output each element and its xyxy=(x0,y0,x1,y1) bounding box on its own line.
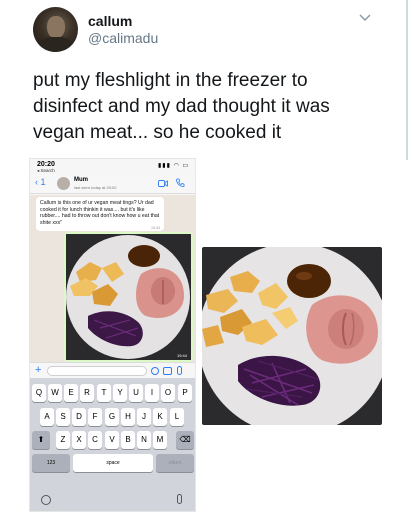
key-x: X xyxy=(72,431,86,449)
tweet-header: callum @calimadu xyxy=(0,0,412,58)
status-icons: ▮▮▮ ◠ ▭ xyxy=(158,163,190,169)
emoji-icon xyxy=(41,495,51,505)
contact-last-seen: last seen today at 20:02 xyxy=(74,185,117,190)
key-a: A xyxy=(40,408,54,426)
attach-plus-button: + xyxy=(35,364,42,376)
back-button: ‹ 1 xyxy=(35,177,46,187)
key-o: O xyxy=(161,384,175,402)
key-l: L xyxy=(170,408,184,426)
space-key: space xyxy=(73,454,153,472)
key-r: R xyxy=(80,384,94,402)
image-message-time: 19:44 xyxy=(176,353,187,358)
key-t: T xyxy=(97,384,111,402)
key-f: F xyxy=(88,408,102,426)
numbers-key: 123 xyxy=(32,454,70,472)
message-input xyxy=(47,366,147,376)
contact-avatar xyxy=(57,177,70,190)
key-y: Y xyxy=(113,384,127,402)
status-bar: 20:20 ◂ Search ▮▮▮ ◠ ▭ xyxy=(30,159,195,173)
chevron-down-icon[interactable] xyxy=(358,10,372,24)
key-q: Q xyxy=(32,384,46,402)
key-g: G xyxy=(105,408,119,426)
message-time: 19:43 xyxy=(151,226,160,230)
key-c: C xyxy=(88,431,102,449)
key-w: W xyxy=(48,384,62,402)
key-e: E xyxy=(64,384,78,402)
keyboard-row-3: ⬆ Z X C V B N M ⌫ xyxy=(30,431,195,449)
key-k: K xyxy=(153,408,167,426)
user-handle[interactable]: @calimadu xyxy=(88,30,158,46)
shift-key: ⬆ xyxy=(32,431,50,449)
display-name[interactable]: callum xyxy=(88,13,132,29)
key-i: I xyxy=(145,384,159,402)
sent-image-bubble: 19:44 xyxy=(64,232,193,362)
tweet-text: put my fleshlight in the freezer to disi… xyxy=(33,70,330,143)
video-call-icon xyxy=(158,180,168,187)
key-j: J xyxy=(137,408,151,426)
attached-photo[interactable] xyxy=(202,247,382,425)
message-text: Callum is this one of ur vegan meat ting… xyxy=(40,200,160,226)
key-b: B xyxy=(121,431,135,449)
key-v: V xyxy=(105,431,119,449)
mic-icon xyxy=(177,366,182,375)
food-photo-small xyxy=(66,234,191,360)
chat-header: ‹ 1 Mum last seen today at 20:02 xyxy=(30,174,195,194)
keyboard: Q W E R T Y U I O P A S D F G H J K L ⬆ … xyxy=(30,378,195,511)
food-photo-large xyxy=(202,247,382,425)
attached-screenshot[interactable]: 20:20 ◂ Search ▮▮▮ ◠ ▭ ‹ 1 Mum last seen… xyxy=(29,158,196,512)
status-time: 20:20 xyxy=(37,161,55,168)
keyboard-row-1: Q W E R T Y U I O P xyxy=(30,384,195,402)
avatar-face xyxy=(47,16,65,38)
scroll-edge xyxy=(406,0,408,160)
key-n: N xyxy=(137,431,151,449)
key-d: D xyxy=(72,408,86,426)
camera-icon xyxy=(163,367,172,375)
key-z: Z xyxy=(56,431,70,449)
key-h: H xyxy=(121,408,135,426)
contact-name: Mum xyxy=(74,177,88,183)
key-p: P xyxy=(178,384,192,402)
key-u: U xyxy=(129,384,143,402)
message-input-bar: + xyxy=(30,362,195,378)
keyboard-row-4: 123 space return xyxy=(30,454,195,472)
dictation-icon xyxy=(177,494,182,504)
avatar-body xyxy=(39,37,73,52)
delete-key: ⌫ xyxy=(176,431,194,449)
return-key: return xyxy=(156,454,194,472)
phone-call-icon xyxy=(176,178,185,187)
received-message-bubble: Callum is this one of ur vegan meat ting… xyxy=(36,197,164,231)
key-s: S xyxy=(56,408,70,426)
key-m: M xyxy=(153,431,167,449)
sticker-icon xyxy=(151,367,159,375)
avatar[interactable] xyxy=(33,7,78,52)
keyboard-row-2: A S D F G H J K L xyxy=(30,408,195,426)
